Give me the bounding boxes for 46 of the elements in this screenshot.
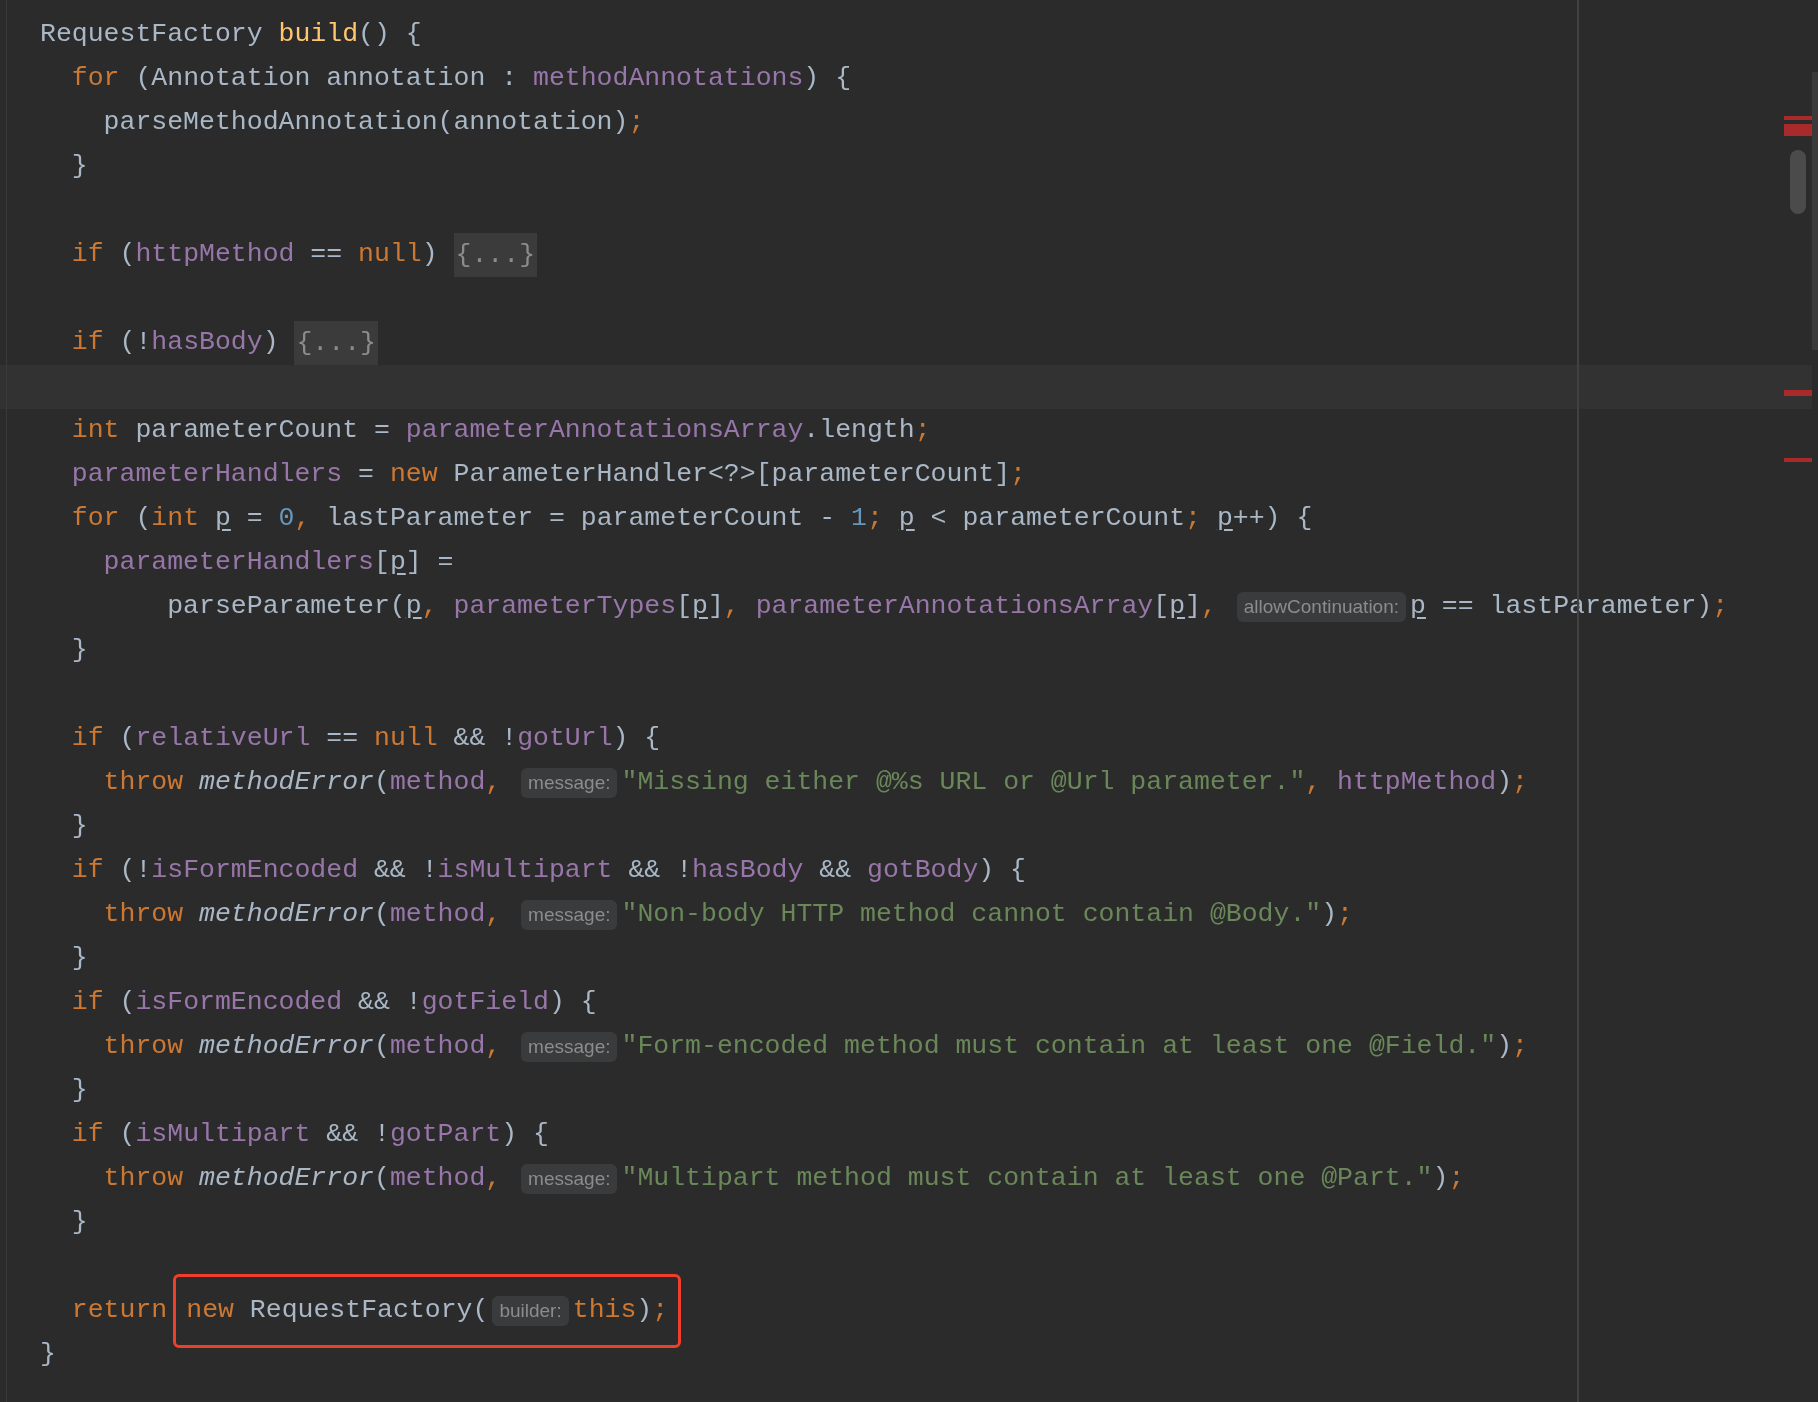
code-text: this); <box>572 1294 669 1328</box>
code-text: if (relativeUrl == null && !gotUrl) { <box>70 722 661 756</box>
scrollbar-thumb[interactable] <box>1790 150 1806 214</box>
code-text: "Form-encoded method must contain at least one @Field."); <box>621 1030 1528 1064</box>
error-stripe-mark[interactable] <box>1784 116 1812 120</box>
code-text: p == lastParameter); <box>1410 590 1729 624</box>
inlay-hint: builder: <box>492 1296 569 1326</box>
code-text: return <box>70 1294 168 1328</box>
inlay-hint: allowContinuation: <box>1236 592 1407 622</box>
error-stripe-mark[interactable] <box>1784 458 1812 462</box>
code-text: int parameterCount = parameterAnnotationsArray.length; <box>70 414 931 448</box>
code-text: throw methodError(method, <box>102 898 503 932</box>
code-text: parseMethodAnnotation(annotation); <box>102 106 645 140</box>
code-text: "Multipart method must contain at least one @Part."); <box>621 1162 1465 1196</box>
code-text: if (!isFormEncoded && !isMultipart && !hasBody && gotBody) { <box>70 854 1027 888</box>
inlay-hint: message: <box>521 1164 618 1194</box>
inlay-hint: message: <box>521 1032 618 1062</box>
code-text: RequestFactory build() { <box>40 18 422 52</box>
code-text: if (isFormEncoded && !gotField) { <box>70 986 597 1020</box>
code-text: throw methodError(method, <box>102 1030 503 1064</box>
code-text: } <box>70 1074 88 1108</box>
code-text: } <box>70 150 88 184</box>
code-text: for (int p = 0, lastParameter = parameterCount - 1; p < parameterCount; p++) { <box>70 502 1313 536</box>
inlay-hint: message: <box>521 768 618 798</box>
code-text: new RequestFactory( <box>186 1294 489 1328</box>
code-text: } <box>70 634 88 668</box>
code-text: "Non-body HTTP method cannot contain @Body."); <box>621 898 1353 932</box>
inlay-hint: message: <box>521 900 618 930</box>
code-text: throw methodError(method, <box>102 766 503 800</box>
code-text: } <box>70 1206 88 1240</box>
code-text: parseParameter(p, parameterTypes[p], parameterAnnotationsArray[p], <box>166 590 1218 624</box>
code-text: if (httpMethod == null) <box>70 238 439 272</box>
code-text: if (!hasBody) <box>70 326 280 360</box>
code-text: for (Annotation annotation : methodAnnotations) { <box>70 62 852 96</box>
code-text: } <box>40 1338 56 1372</box>
code-text: } <box>70 942 88 976</box>
folded-code[interactable]: {...} <box>294 321 378 365</box>
code-text: parameterHandlers[p] = <box>102 546 454 580</box>
folded-code[interactable]: {...} <box>453 233 538 277</box>
code-text: if (isMultipart && !gotPart) { <box>70 1118 549 1152</box>
code-text: throw methodError(method, <box>102 1162 503 1196</box>
code-text: parameterHandlers = new ParameterHandler<?>[parameterCount]; <box>70 458 1026 492</box>
code-text: "Missing either @%s URL or @Url parameter.", httpMethod); <box>621 766 1528 800</box>
error-stripe-mark[interactable] <box>1784 390 1812 396</box>
code-text: } <box>70 810 88 844</box>
error-stripe-mark[interactable] <box>1784 124 1812 136</box>
